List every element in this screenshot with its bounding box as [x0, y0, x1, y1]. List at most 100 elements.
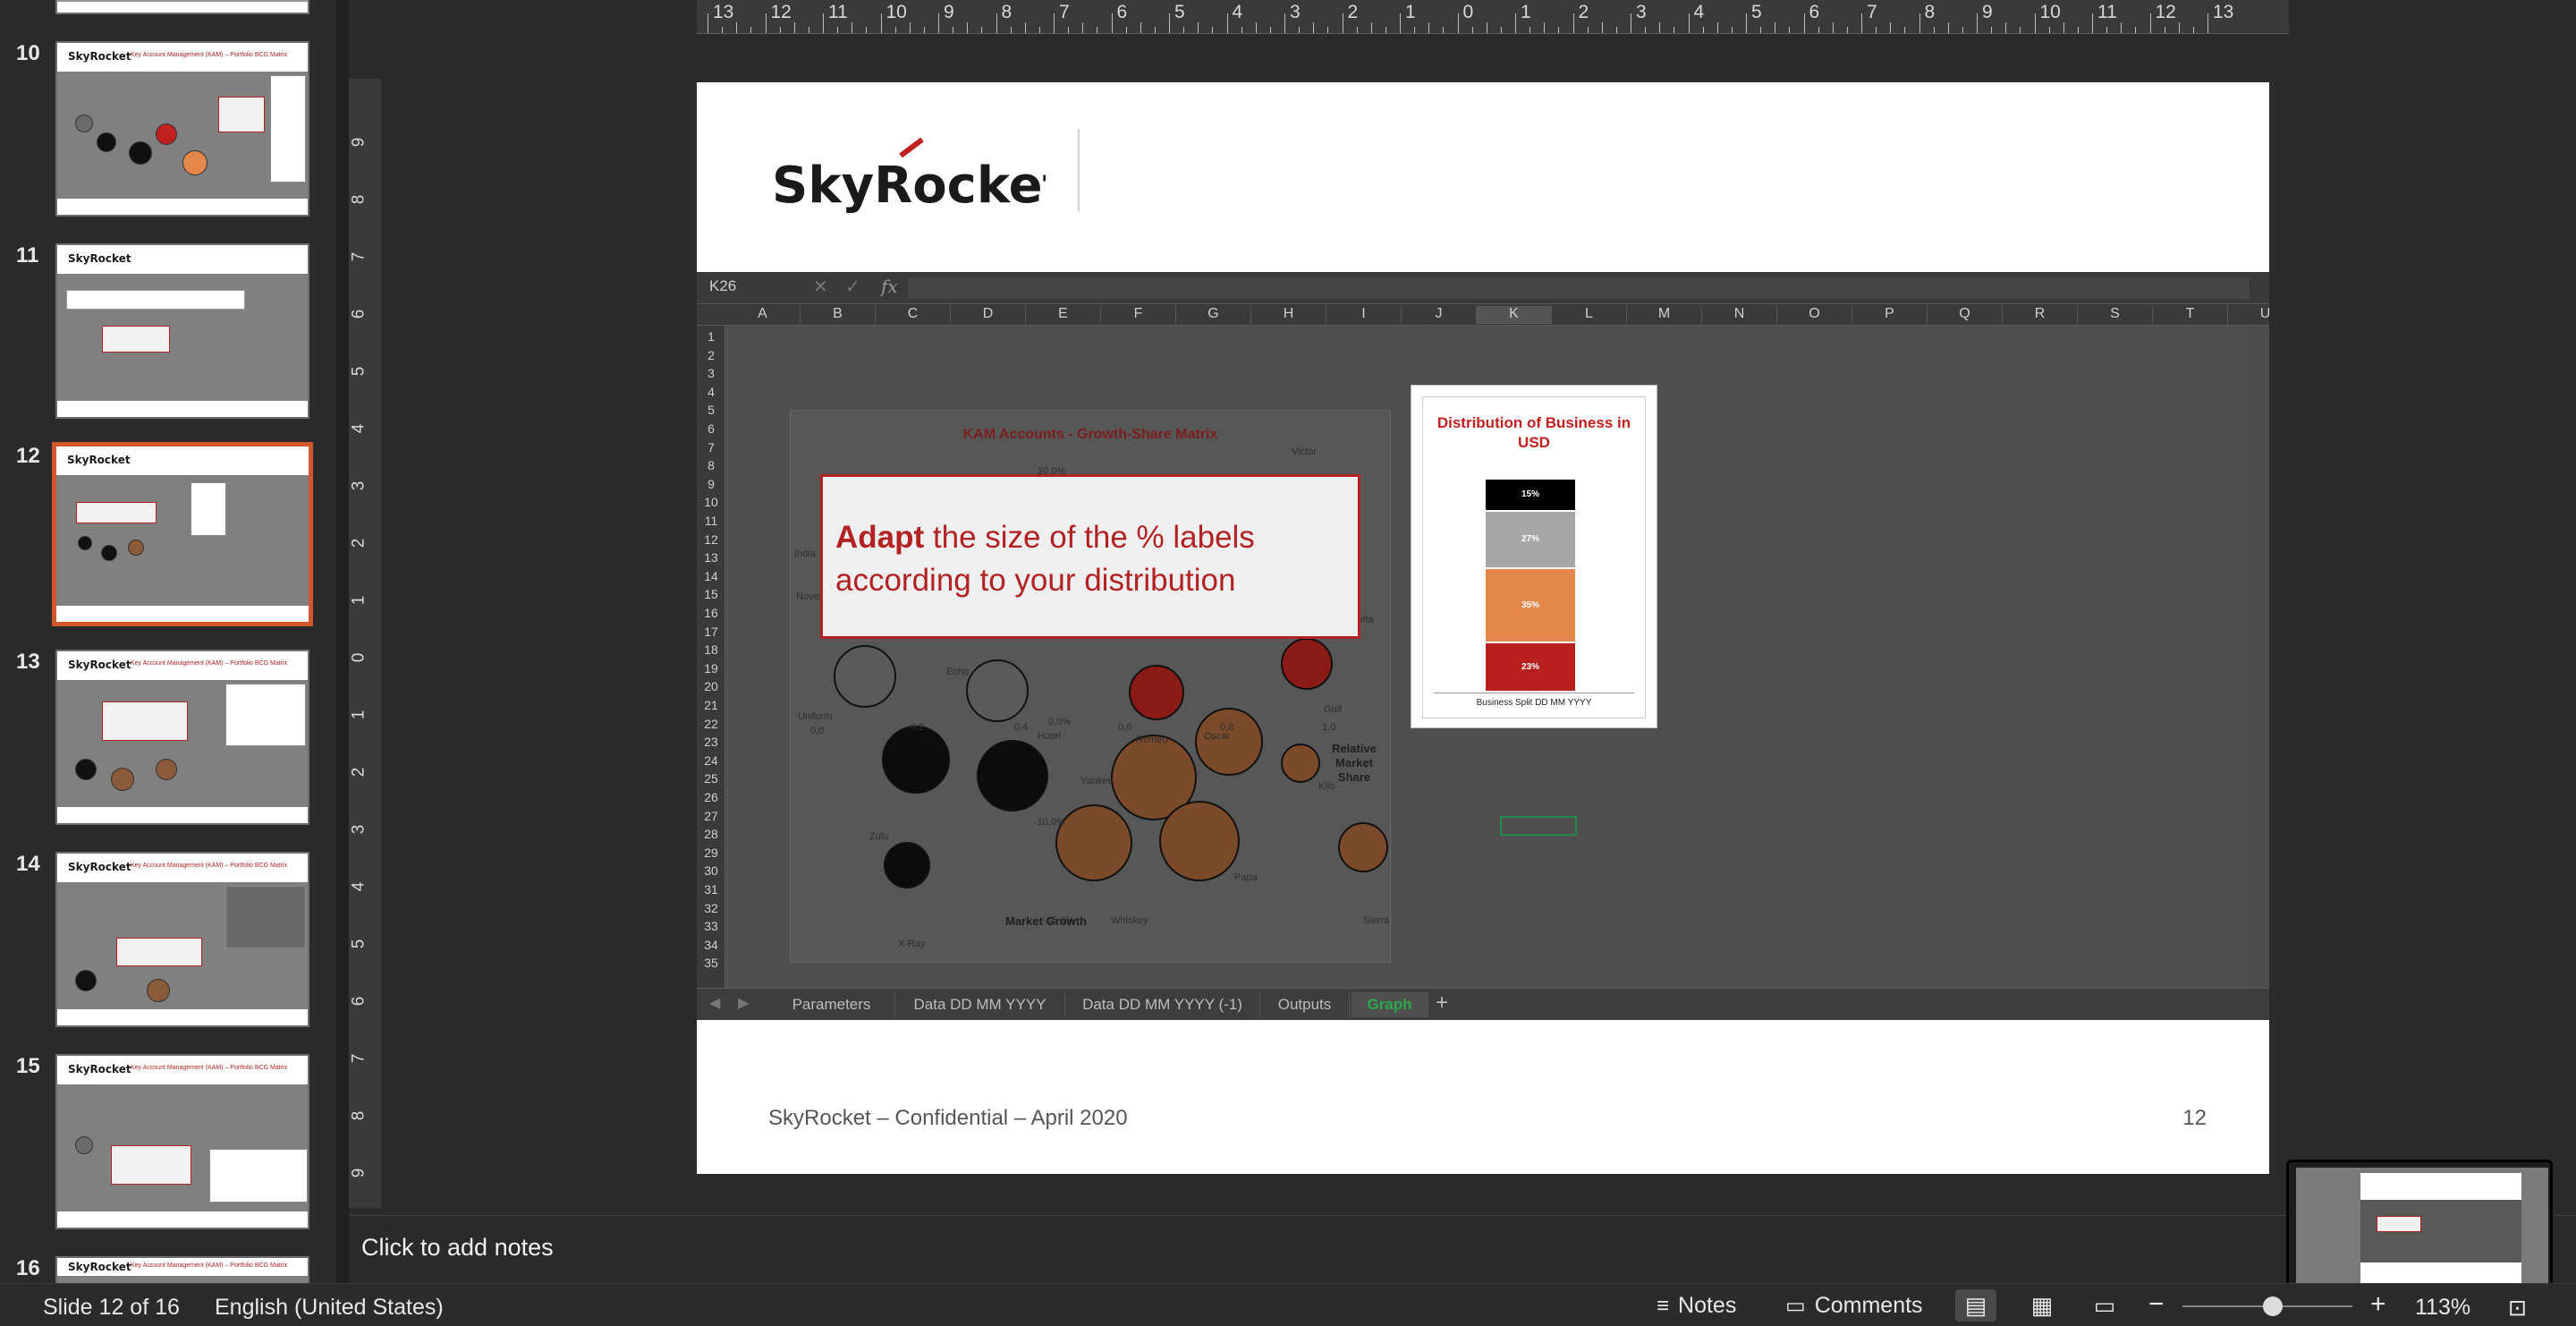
distribution-segment: 23% — [1486, 643, 1575, 693]
slide-footer: SkyRocket – Confidential – April 2020 — [768, 1106, 1128, 1130]
kam-bubble — [1281, 744, 1320, 783]
column-header: T — [2153, 306, 2228, 324]
row-headers: 1 2 3 4 5 6 7 8 9 10 11 12 13 14 15 16 17 18 19 20 21 22 23 24 2… — [697, 326, 725, 988]
ruler-label: 4 — [1232, 2, 1243, 22]
thumbnail-title: Key Account Management (KAM) – Portfolio… — [131, 1262, 288, 1269]
normal-view-icon: ▤ — [1964, 1292, 1987, 1319]
slide-sorter-button[interactable]: ▦ — [2021, 1289, 2063, 1322]
thumbnail-preview[interactable]: SkyRocket — [55, 243, 309, 419]
status-bar: Slide 12 of 16 English (United States) ≡… — [0, 1283, 2576, 1326]
ruler-tick — [1731, 27, 1733, 33]
sheet-tab-outputs: Outputs — [1260, 992, 1350, 1017]
thumbnail-title: Key Account Management (KAM) – Portfolio… — [131, 863, 288, 869]
thumbnail-scrollbar[interactable] — [336, 0, 349, 1283]
ruler-tick — [1183, 27, 1185, 33]
thumbnail-preview[interactable]: SkyRocket Key Account Management (KAM) – … — [55, 852, 309, 1027]
ruler-tick — [1947, 22, 1949, 33]
thumbnail-preview[interactable]: SkyRocket Key Account Management (KAM) – … — [55, 650, 309, 825]
ruler-tick — [1370, 22, 1372, 33]
callout-bold: Adapt — [835, 520, 925, 555]
notes-placeholder[interactable]: Click to add notes — [361, 1234, 554, 1262]
row-header: 24 — [704, 752, 718, 768]
notes-pane[interactable]: Click to add notes — [349, 1215, 2576, 1283]
slide-thumbnail-panel[interactable]: 10 SkyRocket Key Account Management (KAM)… — [0, 0, 349, 1283]
kam-bubble-label: Uniform — [798, 711, 833, 722]
column-header: E — [1026, 306, 1101, 324]
language-indicator[interactable]: English (United States) — [215, 1295, 444, 1321]
presenter-view-button[interactable]: ▭ — [2084, 1289, 2125, 1322]
column-header: M — [1627, 306, 1702, 324]
ruler-tick — [1919, 13, 1920, 33]
ruler-tick — [2020, 27, 2021, 33]
ruler-tick — [1615, 27, 1617, 33]
slide-number: 16 — [16, 1256, 40, 1280]
ruler-tick — [1010, 27, 1012, 33]
kam-bubble — [1055, 804, 1132, 881]
check-icon: ✓ — [845, 277, 860, 297]
ruler-tick — [1832, 22, 1834, 33]
row-header: 30 — [704, 863, 718, 879]
zoom-level[interactable]: 113% — [2415, 1295, 2470, 1321]
ruler-tick — [1933, 27, 1935, 33]
slide-number: 14 — [16, 852, 40, 876]
ruler-label: 5 — [349, 366, 369, 377]
ruler-tick — [1024, 22, 1026, 33]
ruler-label: 3 — [1636, 2, 1647, 22]
ruler-tick — [2135, 27, 2137, 33]
ruler-tick — [1471, 27, 1473, 33]
kam-bubble — [1338, 822, 1388, 872]
vertical-ruler[interactable]: 9 8 7 6 5 4 3 2 1 0 1 2 3 4 5 6 7 8 9 — [349, 36, 381, 1217]
notes-button[interactable]: ≡ Notes — [1657, 1293, 1736, 1319]
zoom-in-icon[interactable]: + — [2370, 1289, 2386, 1320]
thumbnail-preview[interactable]: SkyRocket Key Account Management (KAM) – … — [55, 1256, 309, 1283]
thumbnail-preview-active[interactable]: SkyRocket — [52, 442, 313, 626]
skyrocket-logo: SkyRocket — [772, 137, 1046, 215]
ruler-tick — [1991, 27, 1993, 33]
comments-button[interactable]: ▭ Comments — [1785, 1293, 1923, 1319]
comments-button-label: Comments — [1814, 1293, 1923, 1318]
ruler-tick — [1702, 27, 1704, 33]
slide-canvas[interactable]: SkyRocket K26 ✕ ✓ fx ABCDEFGHIJKLMNOPQRS… — [697, 82, 2269, 1174]
ruler-label: 11 — [2097, 2, 2117, 22]
ruler-tick — [1255, 22, 1257, 33]
normal-view-button[interactable]: ▤ — [1955, 1289, 1996, 1322]
zoom-out-icon[interactable]: − — [2148, 1289, 2165, 1320]
thumbnail-preview[interactable] — [55, 0, 309, 14]
ruler-tick — [1601, 22, 1603, 33]
fit-slide-icon[interactable]: ⊡ — [2508, 1295, 2527, 1322]
ruler-label: 5 — [1174, 2, 1185, 22]
thumbnail-preview[interactable]: SkyRocket Key Account Management (KAM) – … — [55, 41, 309, 217]
ruler-tick — [1154, 27, 1156, 33]
distribution-segment: 27% — [1486, 511, 1575, 569]
row-header: 20 — [704, 679, 718, 694]
ruler-tick — [1125, 27, 1127, 33]
ruler-tick — [2063, 22, 2064, 33]
slide-navigator-preview[interactable] — [2286, 1160, 2553, 1303]
column-header: I — [1326, 306, 1402, 324]
kam-bubble-label: Golf — [1324, 704, 1343, 715]
distribution-segment: 35% — [1486, 568, 1575, 644]
ruler-tick — [1212, 27, 1214, 33]
grid-view-icon: ▦ — [2030, 1292, 2054, 1319]
ruler-tick — [938, 13, 939, 33]
kam-bubble-label: Romeo — [1136, 735, 1168, 745]
ruler-label: 2 — [1347, 2, 1359, 22]
kam-bubble-label: Hotel — [1038, 731, 1061, 742]
row-header: 29 — [704, 845, 718, 860]
horizontal-ruler[interactable]: 13 12 11 10 9 8 7 6 5 4 3 2 1 0 1 2 3 4 5 6 7 8 9 10 11 12 13 — [379, 0, 2576, 36]
name-box: K26 — [709, 277, 737, 294]
ruler-tick — [1414, 27, 1416, 33]
ruler-tick — [1356, 27, 1358, 33]
ruler-tick — [1269, 27, 1271, 33]
row-header: 19 — [704, 660, 718, 676]
thumbnail-logo: SkyRocket — [68, 861, 131, 873]
ruler-label: 13 — [713, 2, 734, 22]
powerpoint-window: 10 SkyRocket Key Account Management (KAM)… — [0, 0, 2576, 1326]
kam-tick-label: 0,0% — [1048, 717, 1072, 727]
zoom-slider-handle[interactable] — [2263, 1296, 2283, 1316]
navigator-thumbnail[interactable] — [2296, 1168, 2548, 1298]
thumbnail-preview[interactable]: SkyRocket Key Account Management (KAM) – … — [55, 1054, 309, 1229]
ruler-label: 4 — [349, 423, 369, 434]
ruler-tick — [1688, 13, 1690, 33]
ruler-tick — [2207, 13, 2208, 33]
